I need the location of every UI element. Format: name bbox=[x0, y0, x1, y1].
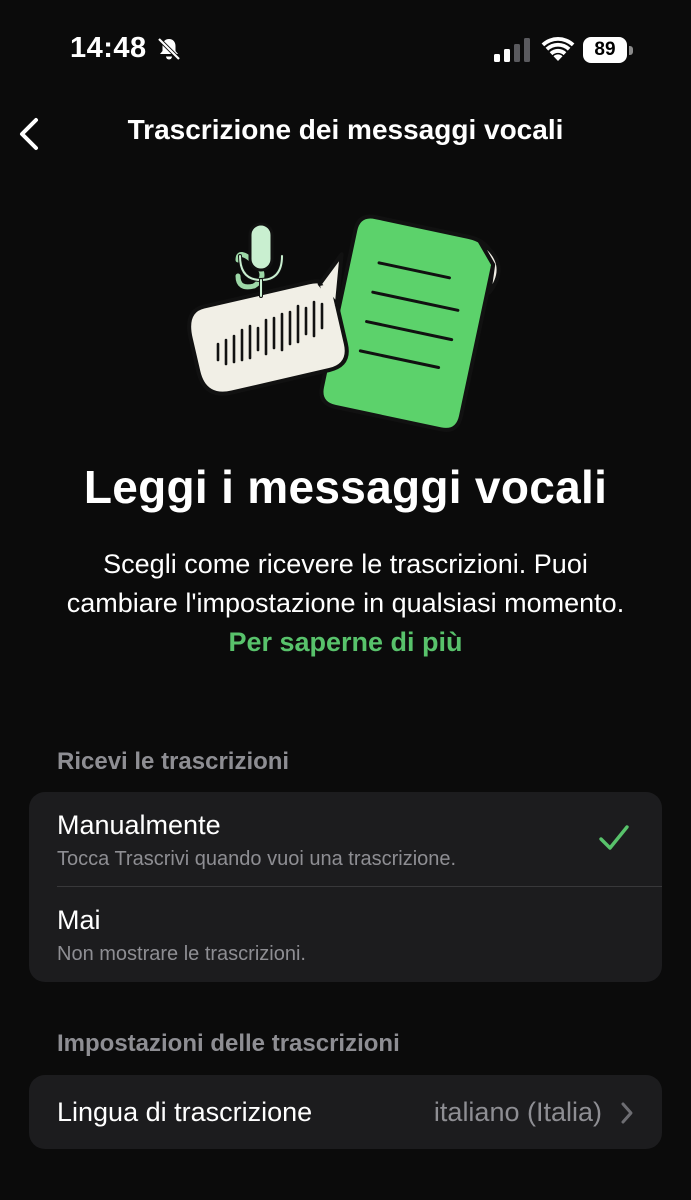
chevron-right-icon bbox=[621, 1102, 633, 1124]
signal-icon bbox=[494, 38, 530, 62]
option-title: Manualmente bbox=[57, 810, 221, 840]
language-value: italiano (Italia) bbox=[433, 1097, 602, 1127]
receive-section-header: Ricevi le trascrizioni bbox=[57, 748, 290, 775]
option-title: Mai bbox=[57, 905, 101, 935]
option-subtitle: Tocca Trascrivi quando vuoi una trascriz… bbox=[57, 848, 457, 870]
option-never[interactable]: Mai Non mostrare le trascrizioni. bbox=[29, 887, 662, 982]
transcription-language-row[interactable]: Lingua di trascrizione italiano (Italia) bbox=[29, 1075, 662, 1149]
voice-to-text-illustration bbox=[187, 214, 501, 432]
language-label: Lingua di trascrizione bbox=[57, 1097, 313, 1127]
receive-options-card: Manualmente Tocca Trascrivi quando vuoi … bbox=[29, 792, 662, 982]
wifi-icon bbox=[541, 37, 575, 61]
status-bar: 14:48 89 bbox=[0, 0, 691, 100]
option-manual[interactable]: Manualmente Tocca Trascrivi quando vuoi … bbox=[29, 792, 662, 887]
status-time: 14:48 bbox=[70, 32, 147, 64]
hero-title: Leggi i messaggi vocali bbox=[83, 461, 608, 513]
hero-description-text: Scegli come ricevere le trascrizioni. Pu… bbox=[66, 549, 625, 618]
battery-icon: 89 bbox=[583, 37, 635, 65]
learn-more-link[interactable]: Per saperne di più bbox=[228, 627, 462, 657]
settings-section-header: Impostazioni delle trascrizioni bbox=[57, 1030, 400, 1057]
page-title: Trascrizione dei messaggi vocali bbox=[127, 114, 564, 145]
option-subtitle: Non mostrare le trascrizioni. bbox=[57, 943, 306, 965]
bell-off-icon bbox=[157, 37, 181, 61]
battery-tip bbox=[629, 46, 633, 55]
checkmark-icon bbox=[599, 825, 629, 850]
hero-description: Scegli come ricevere le trascrizioni. Pu… bbox=[60, 545, 631, 662]
battery-level: 89 bbox=[583, 37, 627, 63]
